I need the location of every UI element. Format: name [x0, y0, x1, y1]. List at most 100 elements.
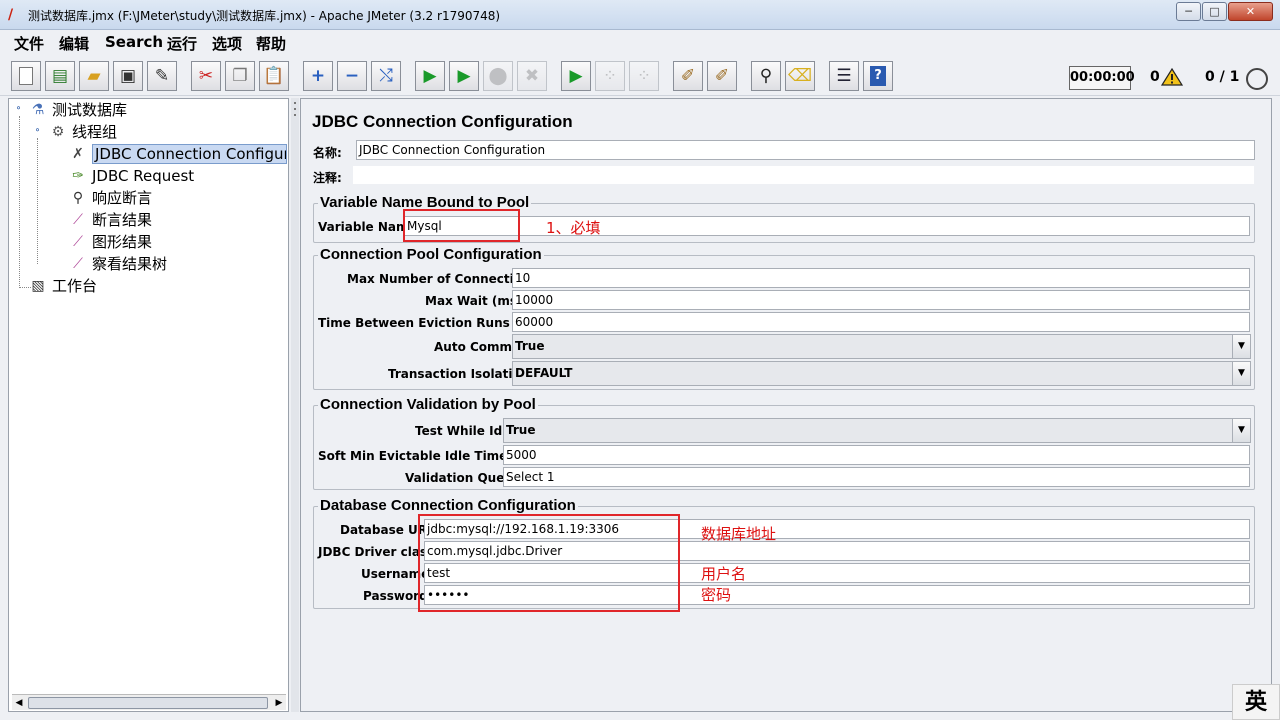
stop-icon[interactable]: ⬤ — [483, 61, 513, 91]
validation-title: Connection Validation by Pool — [318, 396, 538, 413]
reset-search-icon[interactable]: ⌫ — [785, 61, 815, 91]
paste-icon[interactable]: 📋 — [259, 61, 289, 91]
close-button[interactable]: ✕ — [1228, 2, 1273, 21]
cut-icon[interactable]: ✂ — [191, 61, 221, 91]
annotation-password: 密码 — [701, 586, 732, 604]
remote-start-icon[interactable]: ▶ — [561, 61, 591, 91]
variable-name-field[interactable]: Mysql — [404, 216, 1250, 236]
help-icon[interactable]: ? — [863, 61, 893, 91]
menu-run[interactable]: 运行 — [167, 33, 197, 54]
start-icon[interactable]: ▶ — [415, 61, 445, 91]
menu-help[interactable]: 帮助 — [256, 33, 286, 54]
collapse-icon[interactable]: − — [337, 61, 367, 91]
comment-field[interactable] — [352, 165, 1255, 185]
panel-title: JDBC Connection Configuration — [312, 112, 573, 131]
clear-all-icon[interactable]: ✐ — [707, 61, 737, 91]
menu-options[interactable]: 选项 — [212, 33, 242, 54]
tree-item-assertion-results[interactable]: ⟋ 断言结果 — [68, 209, 152, 230]
annotation-required: 1、必填 — [546, 219, 601, 237]
tree-item-results-tree[interactable]: ⟋ 察看结果树 — [68, 253, 167, 274]
save-as-icon[interactable]: ✎ — [147, 61, 177, 91]
templates-icon[interactable]: ▤ — [45, 61, 75, 91]
auto-commit-select[interactable]: True ▼ — [512, 334, 1251, 359]
jmeter-app-icon: / — [8, 7, 14, 23]
tree-item-graph-results[interactable]: ⟋ 图形结果 — [68, 231, 152, 252]
chevron-down-icon[interactable]: ▼ — [1232, 419, 1250, 442]
chevron-down-icon[interactable]: ▼ — [1232, 335, 1250, 358]
tree-item-label: 图形结果 — [92, 233, 153, 251]
tree-horizontal-scrollbar[interactable]: ◀ ▶ — [12, 694, 286, 710]
toggle-icon[interactable]: ⤭ — [371, 61, 401, 91]
eviction-runs-field[interactable]: 60000 — [512, 312, 1250, 332]
tree-item-workbench[interactable]: ▧ 工作台 — [28, 275, 97, 296]
comment-label: 注释: — [313, 171, 342, 185]
validation-query-field[interactable]: Select 1 — [503, 467, 1250, 487]
remote-stop-icon[interactable]: ⁘ — [595, 61, 625, 91]
tree-item-jdbc-config[interactable]: ✗ JDBC Connection Configuratio — [68, 143, 287, 164]
remote-shutdown-icon[interactable]: ⁘ — [629, 61, 659, 91]
annotation-box-database — [418, 514, 680, 612]
title-bar: / 测试数据库.jmx (F:\JMeter\study\测试数据库.jmx) … — [0, 0, 1280, 30]
tree-expander[interactable]: ⚬ — [33, 127, 42, 136]
pool-config-title: Connection Pool Configuration — [318, 246, 544, 263]
tree-item-jdbc-request[interactable]: ✑ JDBC Request — [68, 165, 194, 186]
ime-indicator[interactable]: 英 — [1232, 684, 1280, 720]
tree-item-test-plan[interactable]: ⚗ 测试数据库 — [28, 99, 127, 120]
max-wait-field[interactable]: 10000 — [512, 290, 1250, 310]
tree-item-label: JDBC Request — [92, 166, 195, 185]
expand-icon[interactable]: + — [303, 61, 333, 91]
config-tool-icon: ✗ — [72, 145, 84, 162]
save-icon[interactable]: ▣ — [113, 61, 143, 91]
active-threads: 0 / 1 — [1205, 69, 1240, 85]
tree-item-thread-group[interactable]: ⚙ 线程组 — [48, 121, 117, 142]
scroll-left-arrow-icon[interactable]: ◀ — [12, 696, 26, 710]
menu-bar: 文件 编辑 Search 运行 选项 帮助 — [0, 30, 1280, 54]
listener-icon: ⟋ — [73, 255, 83, 272]
isolation-value: DEFAULT — [515, 366, 573, 380]
sampler-icon: ✑ — [72, 167, 84, 184]
isolation-select[interactable]: DEFAULT ▼ — [512, 361, 1251, 386]
tree-guide — [37, 138, 38, 264]
error-count: 0 — [1150, 69, 1160, 85]
window-title: 测试数据库.jmx (F:\JMeter\study\测试数据库.jmx) - … — [28, 9, 501, 23]
soft-min-field[interactable]: 5000 — [503, 445, 1250, 465]
remote-status-icon — [1246, 68, 1268, 90]
copy-icon[interactable]: ❐ — [225, 61, 255, 91]
clear-icon[interactable]: ✐ — [673, 61, 703, 91]
minimize-button[interactable]: ─ — [1176, 2, 1201, 21]
tree-expander[interactable]: ⚬ — [14, 105, 23, 114]
shutdown-icon[interactable]: ✖ — [517, 61, 547, 91]
tree-guide — [19, 116, 20, 288]
name-field[interactable]: JDBC Connection Configuration — [356, 140, 1255, 160]
warning-icon — [1161, 68, 1183, 86]
scroll-thumb[interactable] — [28, 697, 268, 709]
new-icon[interactable] — [11, 61, 41, 91]
function-helper-icon[interactable]: ☰ — [829, 61, 859, 91]
tree-item-label: 线程组 — [72, 123, 118, 141]
scroll-right-arrow-icon[interactable]: ▶ — [272, 696, 286, 710]
open-icon[interactable]: ▰ — [79, 61, 109, 91]
test-plan-icon: ⚗ — [31, 101, 45, 118]
tree-item-label: 断言结果 — [92, 211, 153, 229]
annotation-username: 用户名 — [701, 565, 747, 583]
tree-item-response-assertion[interactable]: ⚲ 响应断言 — [68, 187, 152, 208]
menu-edit[interactable]: 编辑 — [59, 33, 89, 54]
auto-commit-value: True — [515, 339, 545, 353]
menu-search[interactable]: Search — [105, 33, 163, 51]
name-label: 名称: — [313, 146, 342, 160]
tree-item-label: 工作台 — [52, 277, 98, 295]
test-idle-select[interactable]: True ▼ — [503, 418, 1251, 443]
workbench-icon: ▧ — [31, 277, 45, 294]
panel-splitter[interactable] — [291, 98, 299, 712]
listener-icon: ⟋ — [73, 233, 83, 250]
maximize-button[interactable]: □ — [1202, 2, 1227, 21]
start-no-pause-icon[interactable]: ▶ — [449, 61, 479, 91]
chevron-down-icon[interactable]: ▼ — [1232, 362, 1250, 385]
thread-group-icon: ⚙ — [51, 123, 65, 140]
menu-file[interactable]: 文件 — [14, 33, 44, 54]
listener-icon: ⟋ — [73, 211, 83, 228]
tree-item-label: 测试数据库 — [52, 101, 128, 119]
max-connections-field[interactable]: 10 — [512, 268, 1250, 288]
tree-item-label: JDBC Connection Configuratio — [92, 143, 287, 164]
search-icon[interactable]: ⚲ — [751, 61, 781, 91]
